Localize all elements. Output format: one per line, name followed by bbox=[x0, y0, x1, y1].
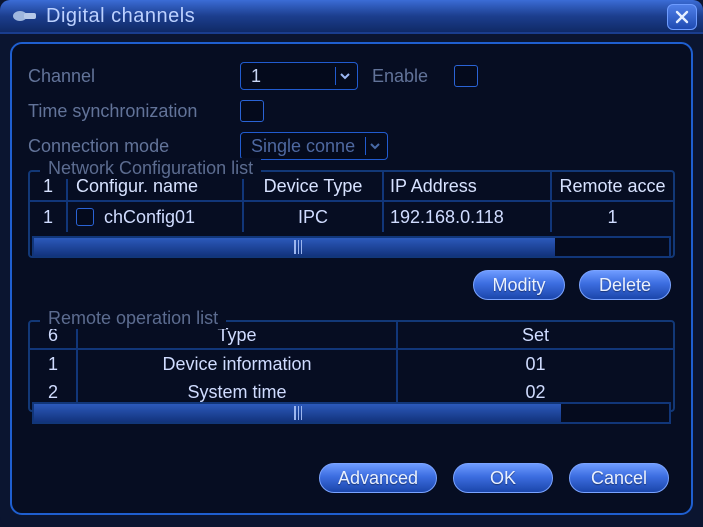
close-icon bbox=[675, 10, 689, 24]
connmode-label: Connection mode bbox=[28, 136, 240, 157]
remote-op-groupbox: Remote operation list 6 Type Set 1 Devic… bbox=[28, 320, 675, 412]
ok-button[interactable]: OK bbox=[453, 463, 553, 493]
network-config-hscrollbar[interactable] bbox=[32, 236, 671, 258]
nc-row-ip: 192.168.0.118 bbox=[384, 202, 552, 232]
ro-row-index: 1 bbox=[30, 350, 78, 378]
close-button[interactable] bbox=[667, 4, 697, 30]
chevron-down-icon bbox=[335, 67, 353, 85]
ro-row-set: 01 bbox=[398, 350, 673, 378]
timesync-label: Time synchronization bbox=[28, 101, 240, 122]
modify-button[interactable]: Modity bbox=[473, 270, 565, 300]
remote-op-hscrollbar[interactable] bbox=[32, 402, 671, 424]
network-config-groupbox: Network Configuration list 1 Configur. n… bbox=[28, 170, 675, 258]
table-row[interactable]: 1 chConfig01 IPC 192.168.0.118 1 bbox=[30, 202, 673, 232]
cancel-button[interactable]: Cancel bbox=[569, 463, 669, 493]
nc-row-index: 1 bbox=[30, 202, 68, 232]
advanced-button[interactable]: Advanced bbox=[319, 463, 437, 493]
chevron-down-icon bbox=[365, 137, 383, 155]
camera-icon bbox=[12, 9, 40, 23]
delete-button[interactable]: Delete bbox=[579, 270, 671, 300]
window-title: Digital channels bbox=[46, 5, 195, 28]
remote-op-table: 6 Type Set 1 Device information 01 2 Sys… bbox=[30, 322, 673, 406]
remote-op-legend: Remote operation list bbox=[40, 308, 226, 329]
nc-row-name: chConfig01 bbox=[104, 207, 195, 228]
channel-value: 1 bbox=[251, 66, 329, 87]
nc-header-remote[interactable]: Remote acce bbox=[552, 172, 673, 202]
row-timesync: Time synchronization bbox=[28, 100, 675, 122]
channel-select[interactable]: 1 bbox=[240, 62, 358, 90]
dialog-window: Digital channels Channel 1 Enable Time s… bbox=[0, 0, 703, 527]
row-channel: Channel 1 Enable bbox=[28, 62, 675, 90]
connection-mode-value: Single conne bbox=[251, 136, 359, 157]
channel-label: Channel bbox=[28, 66, 240, 87]
ro-row-type: Device information bbox=[78, 350, 398, 378]
enable-label: Enable bbox=[372, 66, 428, 87]
row-select-checkbox[interactable] bbox=[76, 208, 94, 226]
ro-header-set[interactable]: Set bbox=[398, 322, 673, 350]
titlebar: Digital channels bbox=[0, 0, 703, 34]
row-connmode: Connection mode Single conne bbox=[28, 132, 675, 160]
enable-checkbox[interactable] bbox=[454, 65, 478, 87]
nc-row-name-cell: chConfig01 bbox=[68, 202, 244, 232]
network-config-table: 1 Configur. name Device Type IP Address … bbox=[30, 172, 673, 232]
nc-row-type: IPC bbox=[244, 202, 384, 232]
timesync-checkbox[interactable] bbox=[240, 100, 264, 122]
nc-header-ip[interactable]: IP Address bbox=[384, 172, 552, 202]
nc-header-type[interactable]: Device Type bbox=[244, 172, 384, 202]
network-config-legend: Network Configuration list bbox=[40, 158, 261, 179]
nc-row-remote: 1 bbox=[552, 202, 673, 232]
client-area: Channel 1 Enable Time synchronization Co… bbox=[10, 42, 693, 515]
connection-mode-select[interactable]: Single conne bbox=[240, 132, 388, 160]
dialog-footer-buttons: Advanced OK Cancel bbox=[319, 463, 669, 493]
table-row[interactable]: 1 Device information 01 bbox=[30, 350, 673, 378]
network-config-buttons: Modity Delete bbox=[28, 270, 671, 300]
